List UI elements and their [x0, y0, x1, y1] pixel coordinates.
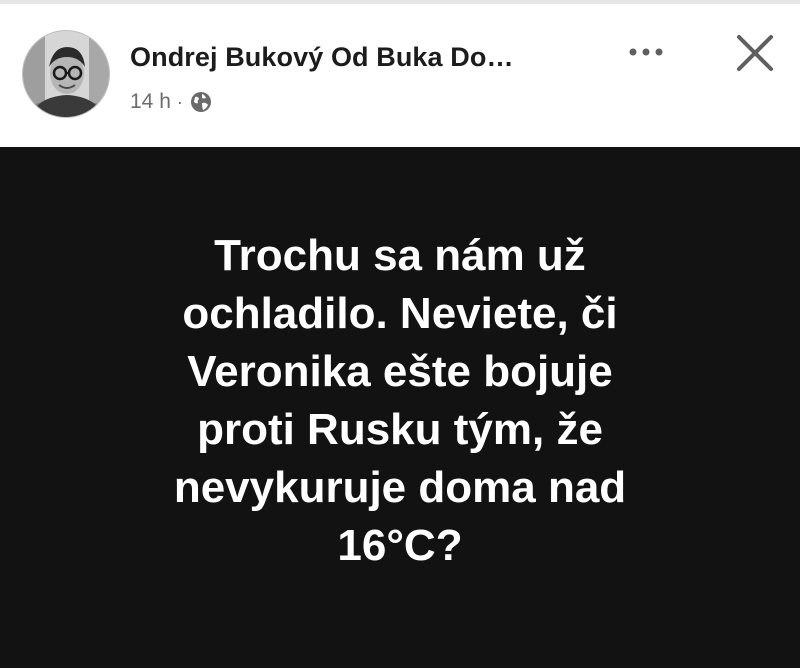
post-text-line: 16°C? [337, 521, 463, 570]
post-content: Trochu sa nám už ochladilo. Neviete, či … [0, 147, 800, 668]
meta-separator: · [176, 91, 183, 112]
post-text-line: Trochu sa nám už [214, 231, 586, 280]
post-timestamp[interactable]: 14 h [130, 90, 171, 114]
avatar-image [23, 31, 109, 117]
more-options-button[interactable] [622, 34, 670, 70]
globe-icon [190, 92, 211, 112]
post-text-line: ochladilo. Neviete, či [182, 289, 618, 338]
more-options-icon [629, 48, 663, 56]
post-text: Trochu sa nám už ochladilo. Neviete, či … [80, 227, 720, 575]
close-icon [737, 35, 773, 71]
post-text-line: nevykuruje doma nad [173, 463, 627, 512]
avatar[interactable] [22, 30, 110, 118]
close-button[interactable] [730, 28, 780, 78]
author-name[interactable]: Ondrej Bukový Od Buka Do… [130, 42, 590, 73]
post-header: Ondrej Bukový Od Buka Do… 14 h · [0, 4, 800, 147]
post-text-line: Veronika ešte bojuje [187, 347, 613, 396]
post-text-line: proti Rusku tým, že [197, 405, 603, 454]
post-meta: 14 h · [130, 88, 213, 116]
